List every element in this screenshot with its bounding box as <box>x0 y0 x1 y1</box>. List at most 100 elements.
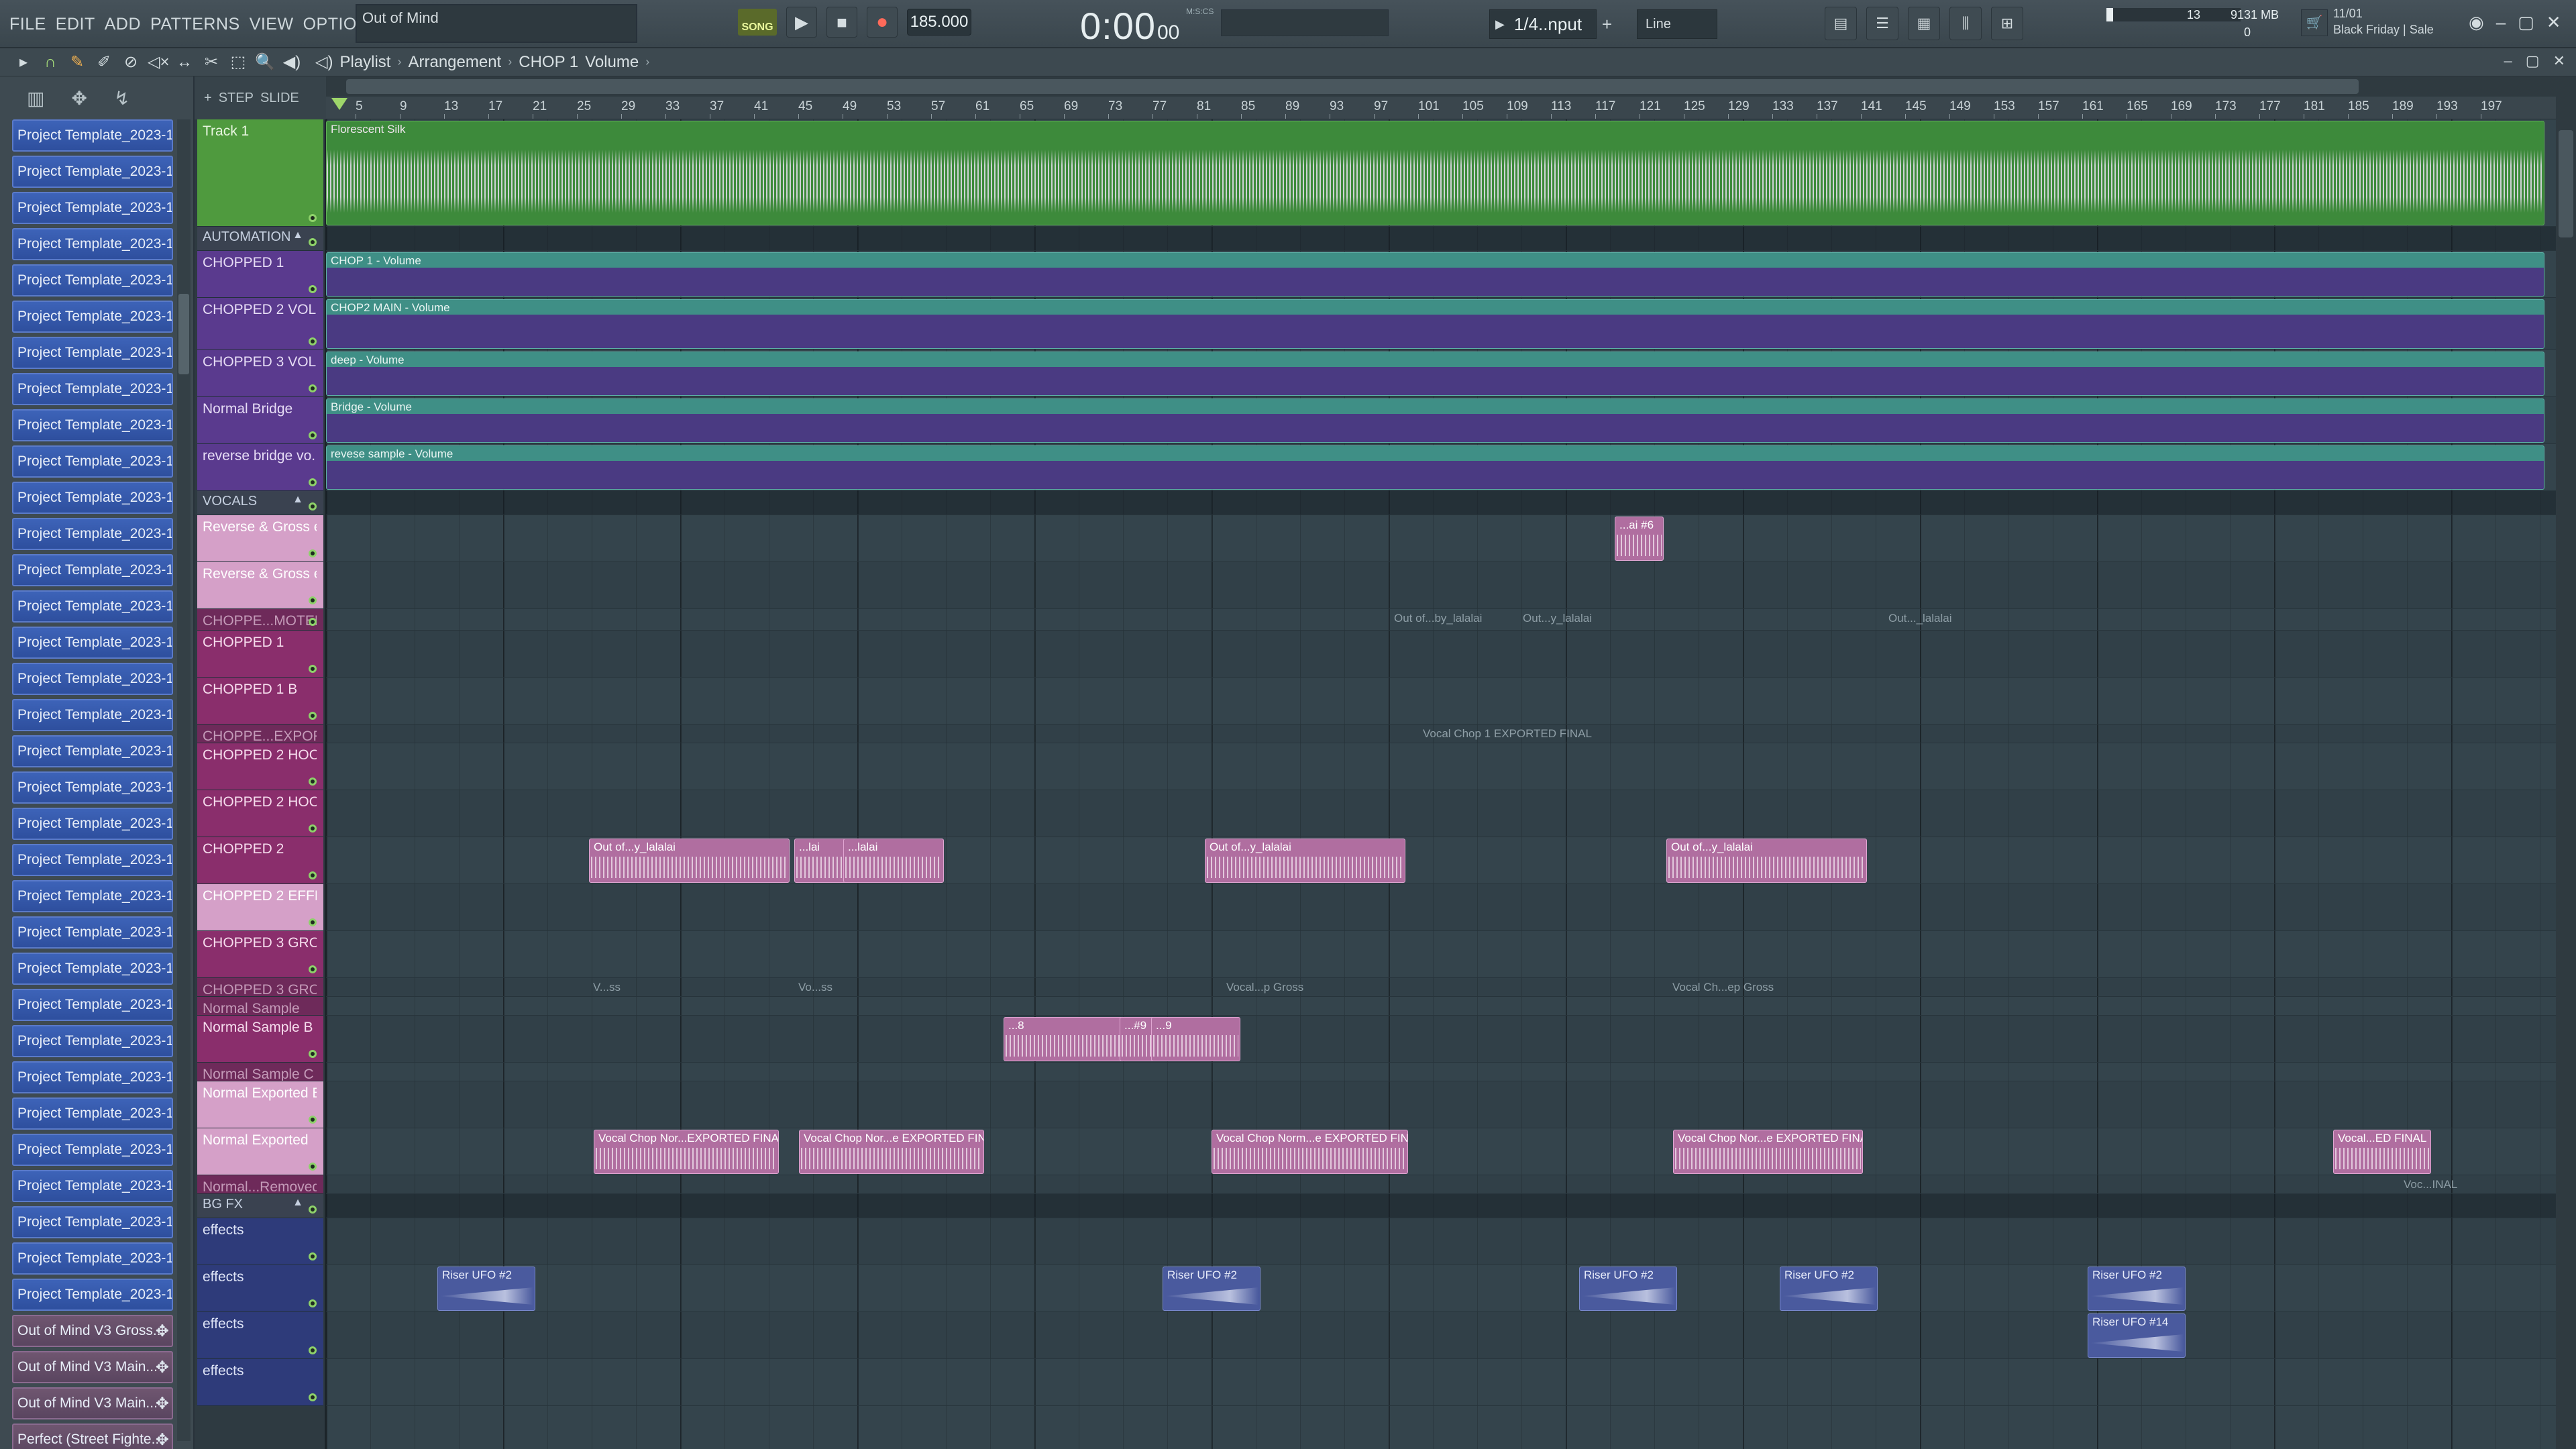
picker-pattern-item[interactable]: Project Template_2023-1... <box>12 1242 173 1275</box>
song-title-field[interactable]: Out of Mind <box>356 4 637 43</box>
track-mute-led[interactable] <box>309 502 317 511</box>
mixer-button[interactable]: ⫼ <box>1949 7 1982 40</box>
track-header[interactable]: effects <box>197 1265 323 1312</box>
track-group-header[interactable]: AUTOMATION ▲ <box>197 227 323 251</box>
muted-clip[interactable]: Out..._lalalai <box>1884 610 1974 629</box>
vertical-scrollbar[interactable] <box>2556 76 2576 1449</box>
browser-button[interactable]: ⊞ <box>1991 7 2023 40</box>
picker-patterns-icon[interactable]: ▥ <box>27 87 44 109</box>
collapse-arrow-icon[interactable]: ▲ <box>292 494 303 506</box>
playlist-lane[interactable] <box>326 1359 2556 1406</box>
track-mute-led[interactable] <box>309 965 317 973</box>
picker-pattern-item[interactable]: Project Template_2023-1... <box>12 373 173 405</box>
channel-rack-button[interactable]: ▦ <box>1908 7 1940 40</box>
track-header[interactable]: effects <box>197 1359 323 1406</box>
track-header[interactable]: CHOPPED 2 <box>197 837 323 884</box>
select-icon[interactable]: ⬚ <box>228 52 248 72</box>
audio-clip[interactable]: Out of...y_lalalai <box>1205 839 1405 883</box>
playlist-lane[interactable] <box>326 1265 2556 1312</box>
track-group-header[interactable]: BG FX ▲ <box>197 1194 323 1218</box>
playlist-lane[interactable] <box>326 1081 2556 1128</box>
track-header[interactable]: Normal...Removed <box>197 1175 323 1194</box>
track-header[interactable]: Normal Sample B <box>197 1016 323 1063</box>
track-header[interactable]: Normal Exported B <box>197 1081 323 1128</box>
slide-toggle[interactable]: SLIDE <box>260 91 299 106</box>
track-header[interactable]: CHOPPED 2 HOOK C <box>197 743 323 790</box>
breadcrumb-item[interactable]: CHOP 1 <box>519 53 578 72</box>
picker-pattern-item[interactable]: Project Template_2023-1... <box>12 808 173 840</box>
cpu-monitor[interactable]: 13 9131 MB 0 <box>2106 5 2281 43</box>
track-mute-led[interactable] <box>309 431 317 439</box>
breadcrumb-item[interactable]: Volume <box>585 53 639 72</box>
picker-pattern-item[interactable]: Project Template_2023-1... <box>12 663 173 695</box>
track-mute-led[interactable] <box>309 871 317 879</box>
playlist-lane[interactable] <box>326 1218 2556 1265</box>
picker-pattern-item[interactable]: Project Template_2023-1... <box>12 301 173 333</box>
audio-clip[interactable]: Vocal Chop Norm...e EXPORTED FINAL <box>1212 1130 1408 1174</box>
audio-clip[interactable]: Florescent Silk <box>326 121 2544 225</box>
track-mute-led[interactable] <box>309 238 317 246</box>
audio-clip[interactable]: Riser UFO #2 <box>1163 1267 1260 1311</box>
picker-pattern-item[interactable]: Project Template_2023-1... <box>12 627 173 659</box>
track-mute-led[interactable] <box>309 777 317 786</box>
playlist-lane[interactable] <box>326 743 2556 790</box>
audio-clip[interactable]: ...ai #6 <box>1615 517 1664 561</box>
play-button[interactable]: ▶ <box>786 7 817 38</box>
picker-pattern-item[interactable]: Project Template_2023-1... <box>12 482 173 514</box>
playlist-lane[interactable] <box>326 515 2556 562</box>
picker-pattern-item[interactable]: Project Template_2023-1... <box>12 156 173 188</box>
audio-clip[interactable]: Vocal Chop Nor...e EXPORTED FINAL <box>799 1130 984 1174</box>
picker-pattern-item[interactable]: Project Template_2023-1... <box>12 264 173 297</box>
picker-pattern-item[interactable]: Project Template_2023-1... <box>12 590 173 623</box>
playlist-lane[interactable] <box>326 678 2556 724</box>
muted-clip[interactable]: V...ss <box>589 979 678 996</box>
audio-clip[interactable]: Vocal Chop Nor...EXPORTED FINAL <box>594 1130 779 1174</box>
muted-clip[interactable]: Vocal...p Gross <box>1222 979 1334 996</box>
track-mute-led[interactable] <box>309 478 317 486</box>
picker-pattern-item[interactable]: Project Template_2023-1... <box>12 844 173 876</box>
playlist-lane[interactable] <box>326 227 2556 251</box>
audio-clip[interactable]: Riser UFO #2 <box>1579 1267 1677 1311</box>
add-track-icon[interactable]: + <box>204 91 212 106</box>
picker-pattern-item[interactable]: Project Template_2023-1... <box>12 1061 173 1093</box>
slip-icon[interactable]: ↔ <box>174 53 195 72</box>
audio-clip[interactable]: Riser UFO #2 <box>1780 1267 1878 1311</box>
picker-audio-icon[interactable]: ↯ <box>114 87 129 109</box>
master-volume-meter[interactable] <box>1221 9 1389 36</box>
track-header[interactable]: Normal Bridge <box>197 397 323 444</box>
audio-clip[interactable]: Vocal...ED FINAL <box>2333 1130 2431 1174</box>
track-header[interactable]: effects <box>197 1312 323 1359</box>
playlist-lane[interactable] <box>326 631 2556 678</box>
globe-icon[interactable]: ◉ <box>2469 12 2484 33</box>
audio-clip[interactable]: Out of...y_lalalai <box>1666 839 1867 883</box>
audio-clip[interactable]: Riser UFO #2 <box>437 1267 535 1311</box>
track-header[interactable]: Reverse & Gross e... <box>197 562 323 609</box>
track-mute-led[interactable] <box>309 712 317 720</box>
maximize-icon[interactable]: ▢ <box>2518 12 2534 33</box>
track-mute-led[interactable] <box>309 1299 317 1307</box>
menu-patterns[interactable]: PATTERNS <box>148 15 243 34</box>
tempo-display[interactable]: 185.000 <box>907 9 971 36</box>
playlist-grid[interactable]: Florescent Silk CHOP 1 - Volume CHOP2 MAIN… <box>326 119 2556 1449</box>
picker-pattern-item[interactable]: Project Template_2023-1... <box>12 119 173 152</box>
playlist-lane[interactable] <box>326 491 2556 515</box>
picker-pattern-item[interactable]: Project Template_2023-1... <box>12 1206 173 1238</box>
track-header[interactable]: Normal Sample C <box>197 1063 323 1081</box>
audio-clip[interactable]: ...lalai <box>843 839 944 883</box>
mute-icon[interactable]: ◁× <box>148 52 169 72</box>
picker-pattern-item[interactable]: Project Template_2023-1... <box>12 916 173 949</box>
muted-clip[interactable]: Vocal Ch...ep Gross <box>1668 979 1780 996</box>
scrollbar-thumb[interactable] <box>346 79 2359 94</box>
picker-pattern-item[interactable]: Project Template_2023-1... <box>12 735 173 767</box>
picker-pattern-item[interactable]: Project Template_2023-1... <box>12 1170 173 1202</box>
horizontal-scrollbar[interactable] <box>326 76 2556 97</box>
menu-add[interactable]: ADD <box>102 15 144 34</box>
automation-clip[interactable]: CHOP2 MAIN - Volume <box>326 299 2544 349</box>
time-display[interactable]: 0:00 00 M:S:CS <box>1080 4 1228 47</box>
track-mute-led[interactable] <box>309 384 317 392</box>
playlist-lane[interactable] <box>326 1016 2556 1063</box>
track-mute-led[interactable] <box>309 1163 317 1171</box>
playlist-lane[interactable] <box>326 997 2556 1016</box>
muted-clip[interactable]: Voc...INAL <box>2400 1177 2467 1193</box>
track-mute-led[interactable] <box>309 1393 317 1401</box>
